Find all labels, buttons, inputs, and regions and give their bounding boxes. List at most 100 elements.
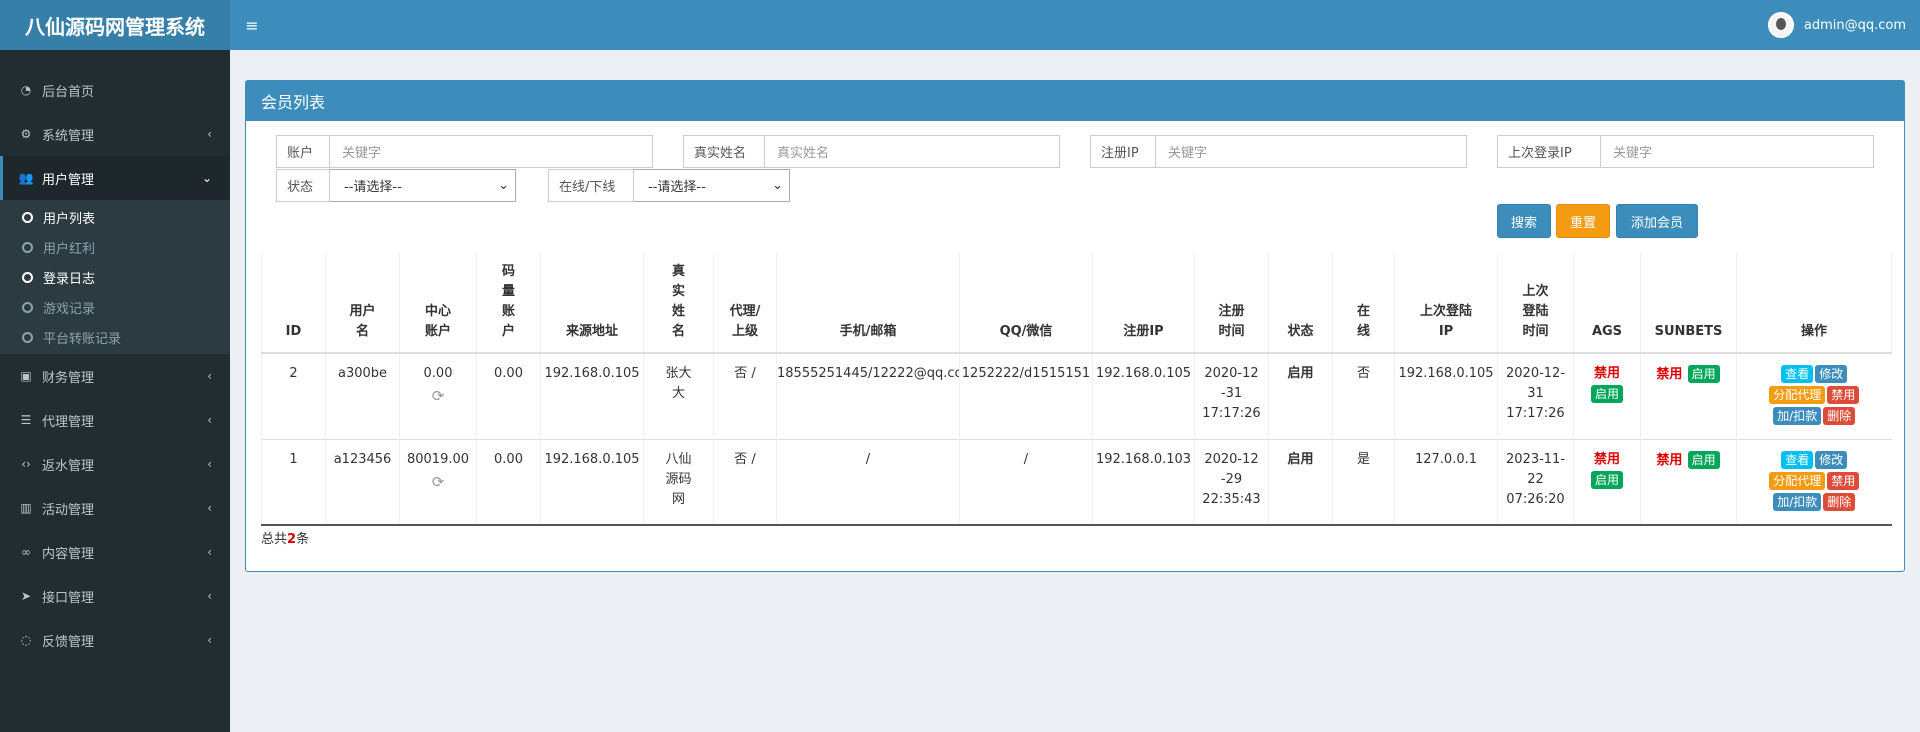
filter-last-ip: 上次登录IP 关键字	[1497, 135, 1874, 168]
online-select[interactable]: --请选择-- ⌄	[634, 169, 790, 202]
user-menu[interactable]: admin@qq.com	[1767, 0, 1906, 50]
table-row: 2 a300be 0.00 ⟳ 0.00 192.168.0.105 张大大 否…	[261, 352, 1892, 439]
sidebar-subitem-login-log[interactable]: 登录日志	[0, 262, 230, 292]
member-table: ID 用户名 中心账户 码量账户 来源地址 真实姓名 代理/上级 手机/邮箱 Q…	[261, 253, 1892, 526]
sidebar-subitem-transfer-records[interactable]: 平台转账记录	[0, 322, 230, 352]
adjust-balance-button[interactable]: 加/扣款	[1773, 407, 1822, 425]
col-center-account: 中心账户	[399, 253, 477, 354]
reg-ip-input[interactable]: 关键字	[1156, 135, 1467, 168]
realname-input[interactable]: 真实姓名	[765, 135, 1060, 168]
col-ags: AGS	[1573, 253, 1641, 354]
col-actions: 操作	[1736, 253, 1892, 354]
circle-icon	[22, 331, 33, 343]
chevron-left-icon: ‹	[207, 545, 212, 559]
member-list-box: 会员列表 账户 关键字 真实姓名 真实姓名 注册IP 关键字 上次登录IP 关键…	[245, 80, 1905, 572]
refresh-icon[interactable]: ⟳	[400, 386, 476, 406]
chevron-down-icon: ⌄	[772, 178, 783, 193]
sidebar-item-users[interactable]: 👥 用户管理 ⌄	[0, 156, 230, 200]
chevron-down-icon: ⌄	[498, 178, 509, 193]
disable-button[interactable]: 禁用	[1827, 471, 1860, 490]
sidebar-subitem-game-records[interactable]: 游戏记录	[0, 292, 230, 322]
col-last-time: 上次登陆时间	[1497, 253, 1574, 354]
delete-button[interactable]: 删除	[1823, 492, 1856, 511]
circle-icon	[22, 241, 33, 253]
chevron-left-icon: ‹	[207, 501, 212, 515]
filter-online: 在线/下线 --请选择-- ⌄	[548, 169, 790, 202]
chevron-left-icon: ‹	[207, 633, 212, 647]
sidebar-item-system[interactable]: ⚙ 系统管理 ‹	[0, 112, 230, 156]
top-header: 八仙源码网管理系统 ≡ admin@qq.com	[0, 0, 1920, 50]
sunbets-enable-button[interactable]: 启用	[1687, 365, 1720, 383]
last-ip-input[interactable]: 关键字	[1601, 135, 1874, 168]
ags-enable-button[interactable]: 启用	[1590, 385, 1623, 403]
view-button[interactable]: 查看	[1781, 450, 1814, 469]
sidebar: ◔ 后台首页 ⚙ 系统管理 ‹ 👥 用户管理 ⌄ 用户列表 用户红利 登录日志 …	[0, 50, 230, 732]
col-agent: 代理/上级	[713, 253, 777, 354]
col-last-ip: 上次登陆IP	[1394, 253, 1498, 354]
sidebar-item-api[interactable]: ➤ 接口管理 ‹	[0, 574, 230, 618]
assign-agent-button[interactable]: 分配代理	[1769, 386, 1826, 404]
filter-status: 状态 --请选择-- ⌄	[276, 169, 516, 202]
filter-account: 账户 关键字	[276, 135, 653, 168]
menu-toggle-icon[interactable]: ≡	[240, 0, 264, 50]
sidebar-item-finance[interactable]: ▣ 财务管理 ‹	[0, 354, 230, 398]
filter-reg-ip: 注册IP 关键字	[1090, 135, 1467, 168]
refresh-icon[interactable]: ⟳	[400, 472, 476, 492]
col-reg-ip: 注册IP	[1092, 253, 1195, 354]
map-icon: ▥	[20, 501, 32, 515]
col-online: 在线	[1332, 253, 1395, 354]
comment-icon: ◌	[20, 633, 32, 647]
col-code-account: 码量账户	[476, 253, 541, 354]
assign-agent-button[interactable]: 分配代理	[1769, 471, 1826, 490]
sidebar-item-agents[interactable]: ☰ 代理管理 ‹	[0, 398, 230, 442]
col-status: 状态	[1268, 253, 1333, 354]
sidebar-submenu-users: 用户列表 用户红利 登录日志 游戏记录 平台转账记录	[0, 200, 230, 354]
sidebar-item-dashboard[interactable]: ◔ 后台首页	[0, 68, 230, 112]
account-input[interactable]: 关键字	[330, 135, 653, 168]
col-phone: 手机/邮箱	[776, 253, 960, 354]
col-sunbets: SUNBETS	[1640, 253, 1737, 354]
view-button[interactable]: 查看	[1781, 365, 1814, 383]
total-count: 总共2条	[261, 532, 310, 547]
box-title: 会员列表	[246, 81, 1904, 121]
sidebar-subitem-user-bonus[interactable]: 用户红利	[0, 232, 230, 262]
chevron-left-icon: ‹	[207, 413, 212, 427]
filter-realname: 真实姓名 真实姓名	[683, 135, 1060, 168]
col-username: 用户名	[325, 253, 400, 354]
table-header-row: ID 用户名 中心账户 码量账户 来源地址 真实姓名 代理/上级 手机/邮箱 Q…	[261, 253, 1892, 354]
gear-icon: ⚙	[20, 127, 32, 141]
circle-icon	[22, 301, 33, 313]
delete-button[interactable]: 删除	[1823, 407, 1856, 425]
search-button[interactable]: 搜索	[1497, 204, 1551, 238]
disable-button[interactable]: 禁用	[1827, 386, 1860, 404]
chevron-left-icon: ‹	[207, 369, 212, 383]
status-select[interactable]: --请选择-- ⌄	[330, 169, 516, 202]
sunbets-enable-button[interactable]: 启用	[1687, 450, 1720, 469]
sidebar-item-content[interactable]: ∞ 内容管理 ‹	[0, 530, 230, 574]
sidebar-item-rebate[interactable]: ‹› 返水管理 ‹	[0, 442, 230, 486]
sidebar-item-activities[interactable]: ▥ 活动管理 ‹	[0, 486, 230, 530]
edit-button[interactable]: 修改	[1815, 365, 1848, 383]
app-logo[interactable]: 八仙源码网管理系统	[0, 0, 230, 50]
user-email: admin@qq.com	[1803, 17, 1906, 33]
chevron-left-icon: ‹	[207, 457, 212, 471]
sidebar-item-feedback[interactable]: ◌ 反馈管理 ‹	[0, 618, 230, 662]
dashboard-icon: ◔	[20, 83, 32, 97]
chevron-left-icon: ‹	[207, 589, 212, 603]
circle-icon	[22, 271, 33, 283]
col-id: ID	[261, 253, 326, 354]
send-icon: ➤	[20, 589, 32, 603]
adjust-balance-button[interactable]: 加/扣款	[1773, 492, 1822, 511]
ags-enable-button[interactable]: 启用	[1590, 470, 1623, 489]
circle-icon	[22, 211, 33, 223]
table-row: 1 a123456 80019.00 ⟳ 0.00 192.168.0.105 …	[261, 438, 1892, 526]
col-realname: 真实姓名	[643, 253, 714, 354]
add-member-button[interactable]: 添加会员	[1616, 204, 1698, 238]
reset-button[interactable]: 重置	[1556, 204, 1610, 238]
avatar	[1767, 12, 1794, 38]
sidebar-subitem-user-list[interactable]: 用户列表	[0, 202, 230, 232]
code-icon: ‹›	[21, 457, 31, 471]
edit-button[interactable]: 修改	[1815, 450, 1848, 469]
list-icon: ☰	[20, 413, 32, 427]
chevron-left-icon: ‹	[207, 127, 212, 141]
